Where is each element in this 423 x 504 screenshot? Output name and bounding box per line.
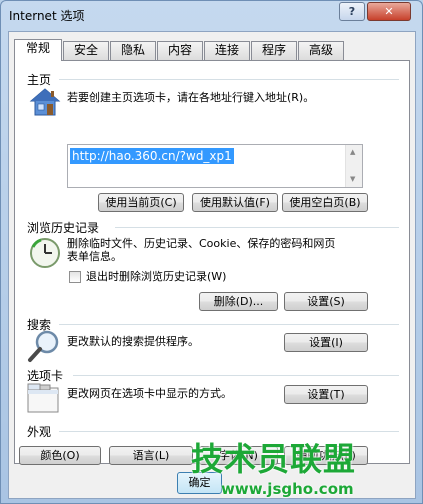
delete-history-button[interactable]: 删除(D)... [199,292,278,311]
tab-content[interactable]: 内容 [157,41,203,60]
tab-security[interactable]: 安全 [63,41,109,60]
window-title: Internet 选项 [9,9,85,23]
tabs-separator [73,375,399,376]
history-clock-icon [29,237,61,272]
internet-options-window: Internet 选项 ? ✕ 常规 安全 隐私 内容 连接 程序 高级 主页 [0,0,423,504]
tab-privacy[interactable]: 隐私 [110,41,156,60]
languages-button[interactable]: 语言(L) [109,446,193,465]
tab-general[interactable]: 常规 [14,39,62,61]
appearance-section-title: 外观 [27,425,52,439]
scroll-up-icon[interactable]: ▲ [350,148,355,156]
scroll-down-icon[interactable]: ▼ [350,175,355,183]
history-description-line1: 删除临时文件、历史记录、Cookie、保存的密码和网页 [67,237,336,250]
homepage-url-text[interactable]: http://hao.360.cn/?wd_xp1 [70,148,234,164]
history-settings-button[interactable]: 设置(S) [284,292,368,311]
general-tab-panel: 主页 若要创建主页选项卡，请在各地址行键入地址(R)。 http://hao.3… [14,60,410,465]
tab-programs[interactable]: 程序 [251,41,297,60]
house-icon [29,87,61,120]
home-description: 若要创建主页选项卡，请在各地址行键入地址(R)。 [67,91,315,104]
colors-button[interactable]: 颜色(O) [19,446,101,465]
close-button[interactable]: ✕ [367,2,411,21]
use-default-button[interactable]: 使用默认值(F) [192,193,278,212]
use-current-page-button[interactable]: 使用当前页(C) [98,193,184,212]
url-scrollbar[interactable]: ▲ ▼ [345,145,362,187]
watermark-logo: 技术员联盟 www.jsgho.com [191,434,423,504]
home-separator [59,79,399,80]
tab-connections[interactable]: 连接 [204,41,250,60]
appearance-separator [59,431,399,432]
use-blank-button[interactable]: 使用空白页(B) [282,193,368,212]
watermark-url: www.jsgho.com [221,480,354,498]
tabs-section-title: 选项卡 [27,369,64,383]
tabs-description: 更改网页在选项卡中显示的方式。 [67,387,232,400]
history-section-title: 浏览历史记录 [27,221,100,235]
delete-on-exit-label[interactable]: 退出时删除浏览历史记录(W) [86,270,226,284]
history-separator [115,227,399,228]
home-section-title: 主页 [27,73,52,87]
help-button[interactable]: ? [339,2,365,21]
tabs-settings-button[interactable]: 设置(T) [284,385,368,404]
search-settings-button[interactable]: 设置(I) [284,333,368,352]
history-description-line2: 表单信息。 [67,250,122,263]
homepage-url-field[interactable]: http://hao.360.cn/?wd_xp1 ▲ ▼ [67,144,363,188]
search-separator [59,324,399,325]
magnifier-icon [27,329,61,366]
title-bar[interactable]: Internet 选项 ? ✕ [1,1,422,31]
search-description: 更改默认的搜索提供程序。 [67,335,199,348]
tab-advanced[interactable]: 高级 [298,41,344,60]
dialog-client-area: 常规 安全 隐私 内容 连接 程序 高级 主页 若要创建主页选项卡，请在各地址行 [8,31,416,499]
tabs-window-icon [27,383,59,416]
delete-on-exit-checkbox[interactable] [69,271,81,283]
watermark-brand: 技术员联盟 [191,440,357,478]
